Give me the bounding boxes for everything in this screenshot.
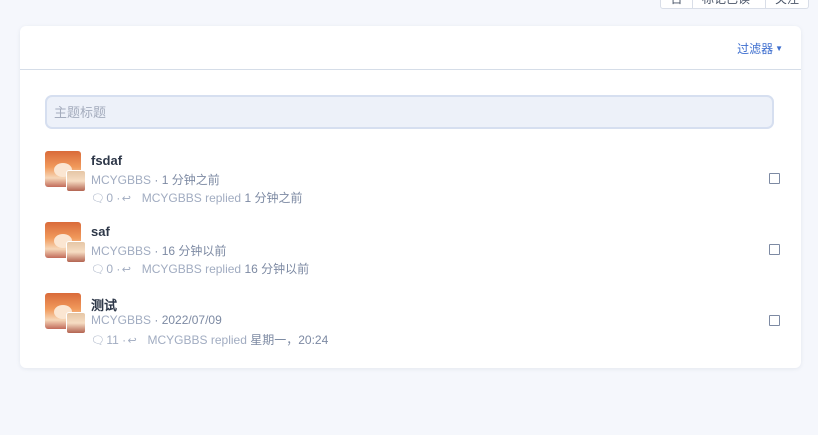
topic-time: 1 分钟之前 [161,173,220,187]
filter-label: 过滤器 [737,42,774,56]
reply-count: 11 [106,333,119,347]
last-replier[interactable]: MCYGBBS [142,262,202,276]
replied-word: replied [205,262,242,276]
mark-read-button[interactable]: 标记已读 [693,0,766,9]
last-reply-time: 16 分钟以前 [244,262,310,276]
topic-meta: MCYGBBS · 1 分钟之前 [91,171,220,188]
topic-author[interactable]: MCYGBBS [91,313,151,327]
topic-stats: 🗨 0 ·↩ MCYGBBS replied 16 分钟以前 [91,260,309,277]
comment-icon: 🗨 [91,193,105,205]
last-replier[interactable]: MCYGBBS [142,191,202,205]
topic-stats: 🗨 11 ·↩ MCYGBBS replied 星期一，20:24 [91,331,328,348]
topic-author[interactable]: MCYGBBS [91,244,151,258]
topic-select-checkbox[interactable] [769,244,780,255]
last-replier-avatar[interactable] [66,312,86,334]
meta-separator: · [151,313,162,327]
meta-separator: · [151,173,162,187]
unread-icon-button[interactable]: 日 [660,0,693,9]
last-replier-avatar[interactable] [66,241,86,263]
replied-word: replied [205,191,242,205]
topic-title[interactable]: 测试 [91,295,117,314]
topic-title[interactable]: fsdaf [91,153,122,168]
reply-icon: ↩ [121,264,131,276]
reply-count: 0 [106,191,114,205]
topic-row[interactable]: saf MCYGBBS · 16 分钟以前 🗨 0 ·↩ MCYGBBS rep… [45,222,780,278]
topic-meta: MCYGBBS · 2022/07/09 [91,313,222,327]
last-replier-avatar[interactable] [66,170,86,192]
follow-button[interactable]: 关注 [766,0,809,9]
comment-icon: 🗨 [91,264,105,276]
filter-dropdown[interactable]: 过滤器 ▼ [737,40,783,57]
topic-row[interactable]: fsdaf MCYGBBS · 1 分钟之前 🗨 0 ·↩ MCYGBBS re… [45,151,780,207]
topic-time: 2022/07/09 [161,313,222,327]
last-reply-time: 星期一，20:24 [250,333,329,347]
topic-select-checkbox[interactable] [769,173,780,184]
topic-select-checkbox[interactable] [769,315,780,326]
reply-icon: ↩ [127,335,137,347]
comment-icon: 🗨 [91,335,105,347]
reply-count: 0 [106,262,114,276]
topic-author[interactable]: MCYGBBS [91,173,151,187]
topic-list-card: 过滤器▼ fsdaf MCYGBBS · 1 分钟之前 🗨 0 ·↩ MCYGB… [20,26,801,368]
topic-title-search-input[interactable] [45,95,774,129]
replied-word: replied [210,333,247,347]
last-replier[interactable]: MCYGBBS [148,333,208,347]
topic-row[interactable]: 测试 MCYGBBS · 2022/07/09 🗨 11 ·↩ MCYGBBS … [45,293,780,349]
topic-title[interactable]: saf [91,224,110,239]
topic-stats: 🗨 0 ·↩ MCYGBBS replied 1 分钟之前 [91,189,302,206]
reply-icon: ↩ [121,193,131,205]
card-header: 过滤器 ▼ [20,26,801,70]
caret-down-icon: ▼ [775,44,783,53]
topic-meta: MCYGBBS · 16 分钟以前 [91,242,226,259]
topic-time: 16 分钟以前 [161,244,227,258]
meta-separator: · [151,244,162,258]
top-actions: 日 标记已读 关注 [660,0,809,9]
last-reply-time: 1 分钟之前 [244,191,303,205]
